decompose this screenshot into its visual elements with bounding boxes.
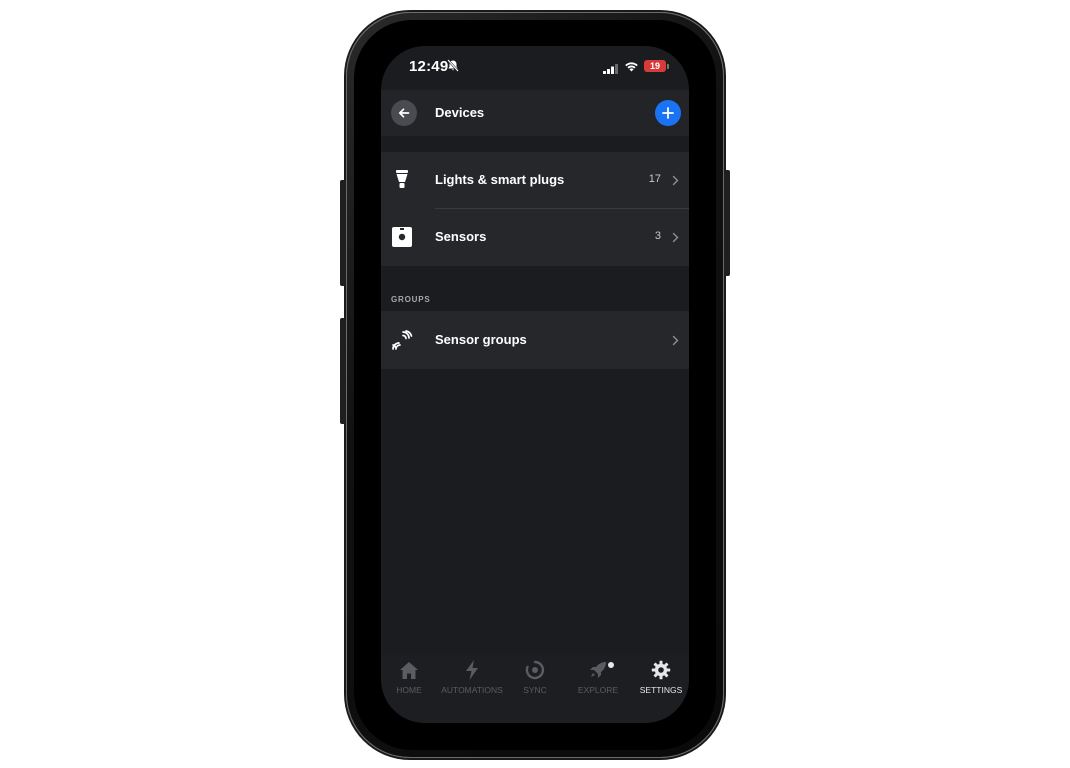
list-item-lights[interactable]: Lights & smart plugs 17 <box>381 152 689 208</box>
list-item-sensors[interactable]: Sensors 3 <box>381 209 689 265</box>
list-item-count: 17 <box>648 173 661 185</box>
battery-tip <box>667 64 669 69</box>
section-label-groups: GROUPS <box>391 295 431 304</box>
chevron-right-icon <box>672 173 679 191</box>
side-button-mute <box>340 180 346 286</box>
lightning-icon <box>441 659 503 681</box>
tab-bar: HOME AUTOMATIONS SYNC EXPLORE SETTINGS <box>381 655 689 723</box>
rocket-icon <box>567 659 629 681</box>
tab-settings[interactable]: SETTINGS <box>630 659 689 695</box>
sync-icon <box>504 659 566 681</box>
list-item-label: Lights & smart plugs <box>435 172 565 187</box>
home-icon <box>381 659 440 681</box>
tab-label: EXPLORE <box>577 685 619 695</box>
tab-automations[interactable]: AUTOMATIONS <box>441 659 503 695</box>
tab-label: AUTOMATIONS <box>441 685 503 695</box>
tab-label: SETTINGS <box>639 685 683 695</box>
plus-icon <box>662 107 674 119</box>
lightbulb-icon <box>391 169 413 191</box>
tab-sync[interactable]: SYNC <box>504 659 566 695</box>
tab-home[interactable]: HOME <box>381 659 440 695</box>
list-item-label: Sensor groups <box>435 332 527 347</box>
gear-icon <box>630 659 689 681</box>
sensor-waves-icon <box>391 329 413 351</box>
side-button-volume <box>340 318 346 424</box>
app-screen: 12:49 19 Devices Lights & smart plugs 17… <box>381 46 689 723</box>
battery-icon: 19 <box>644 60 666 72</box>
status-time: 12:49 <box>409 58 449 75</box>
tab-label: HOME <box>396 685 422 695</box>
tab-label: SYNC <box>523 685 547 695</box>
list-item-label: Sensors <box>435 229 487 244</box>
page-title: Devices <box>435 105 485 120</box>
arrow-left-icon <box>398 108 410 118</box>
tab-explore[interactable]: EXPLORE <box>567 659 629 695</box>
bell-slash-icon <box>447 59 459 77</box>
groups-list: Sensor groups <box>381 311 689 369</box>
cellular-signal-icon <box>603 61 619 79</box>
wifi-icon <box>624 59 639 77</box>
notification-dot <box>608 662 614 668</box>
add-device-button[interactable] <box>655 100 681 126</box>
list-item-sensor-groups[interactable]: Sensor groups <box>381 312 689 368</box>
chevron-right-icon <box>672 333 679 351</box>
side-button-power <box>724 170 730 276</box>
status-bar: 12:49 19 <box>381 46 689 90</box>
list-item-count: 3 <box>654 230 661 242</box>
nav-header: Devices <box>381 90 689 136</box>
back-button[interactable] <box>391 100 417 126</box>
chevron-right-icon <box>672 230 679 248</box>
sensor-icon <box>391 226 413 248</box>
devices-list: Lights & smart plugs 17 Sensors 3 <box>381 152 689 266</box>
